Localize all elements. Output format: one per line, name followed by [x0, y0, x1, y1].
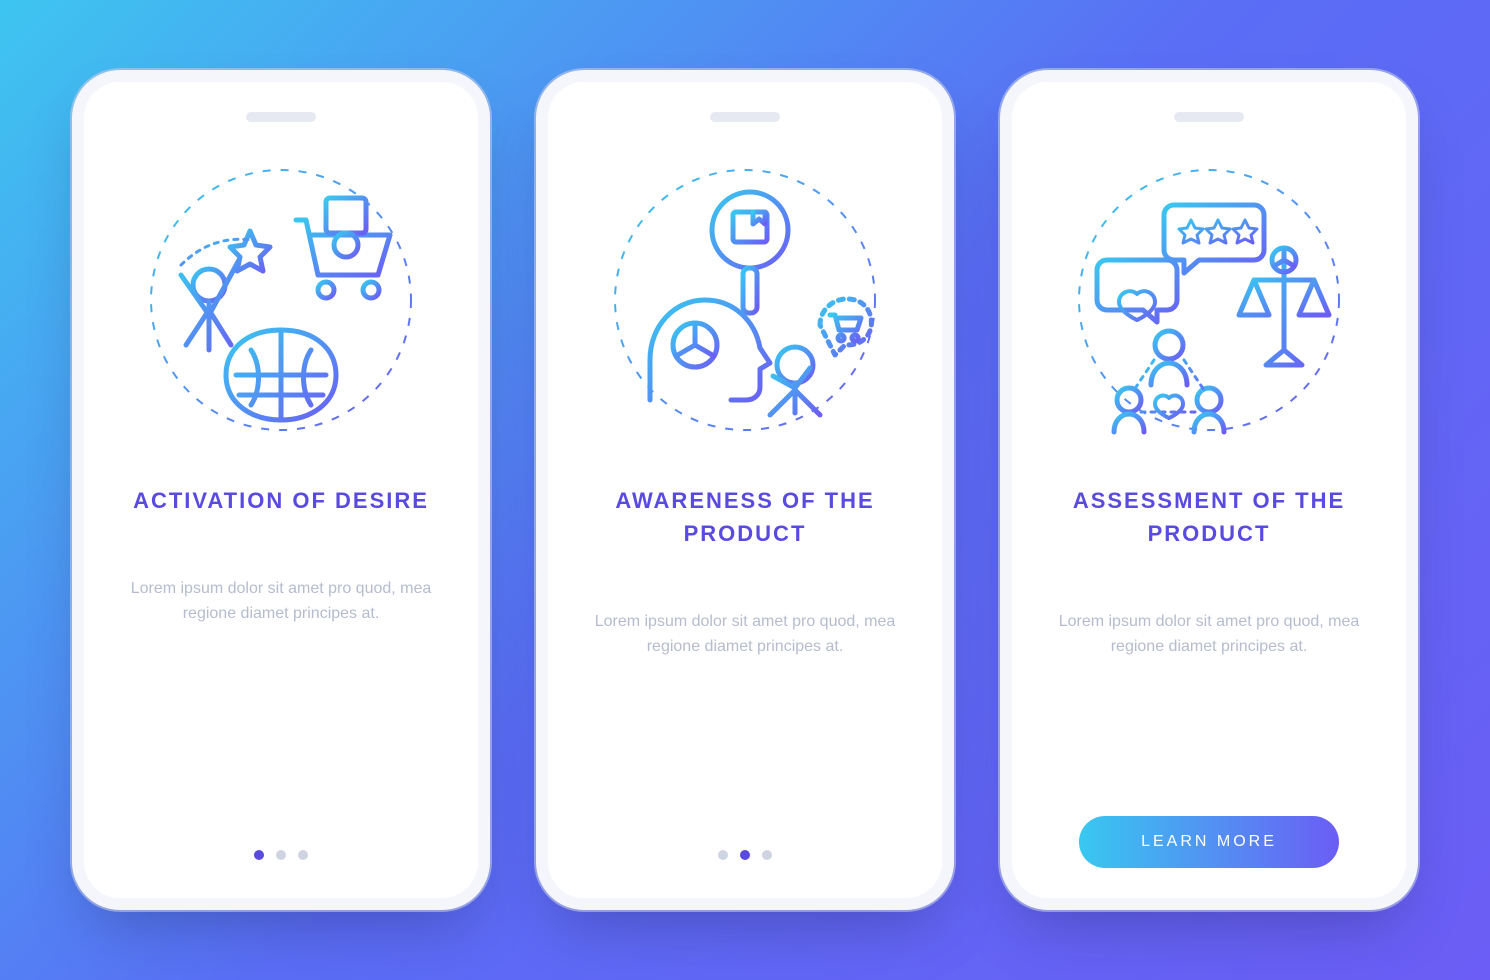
page-dot-2[interactable] [740, 850, 750, 860]
phone-notch [1174, 112, 1244, 122]
phone-notch [710, 112, 780, 122]
screen-title: ASSESSMENT OF THE PRODUCT [1040, 484, 1378, 550]
page-dot-3[interactable] [762, 850, 772, 860]
screen-description: Lorem ipsum dolor sit amet pro quod, mea… [1054, 610, 1364, 660]
product-assessment-icon [1059, 150, 1359, 450]
phone-notch [246, 112, 316, 122]
page-dot-3[interactable] [298, 850, 308, 860]
learn-more-button[interactable]: LEARN MORE [1079, 816, 1339, 868]
page-dot-2[interactable] [276, 850, 286, 860]
page-dot-1[interactable] [254, 850, 264, 860]
screen-description: Lorem ipsum dolor sit amet pro quod, mea… [590, 610, 900, 660]
page-indicator [84, 850, 478, 860]
desire-activation-icon [131, 150, 431, 450]
screen-title: ACTIVATION OF DESIRE [133, 484, 429, 517]
screen-description: Lorem ipsum dolor sit amet pro quod, mea… [126, 577, 436, 627]
page-dot-1[interactable] [718, 850, 728, 860]
onboarding-screen-activation: ACTIVATION OF DESIRE Lorem ipsum dolor s… [72, 70, 490, 910]
product-awareness-icon [595, 150, 895, 450]
onboarding-screen-assessment: ASSESSMENT OF THE PRODUCT Lorem ipsum do… [1000, 70, 1418, 910]
page-indicator [548, 850, 942, 860]
onboarding-screen-awareness: AWARENESS OF THE PRODUCT Lorem ipsum dol… [536, 70, 954, 910]
onboarding-stage: ACTIVATION OF DESIRE Lorem ipsum dolor s… [72, 70, 1418, 910]
screen-title: AWARENESS OF THE PRODUCT [576, 484, 914, 550]
